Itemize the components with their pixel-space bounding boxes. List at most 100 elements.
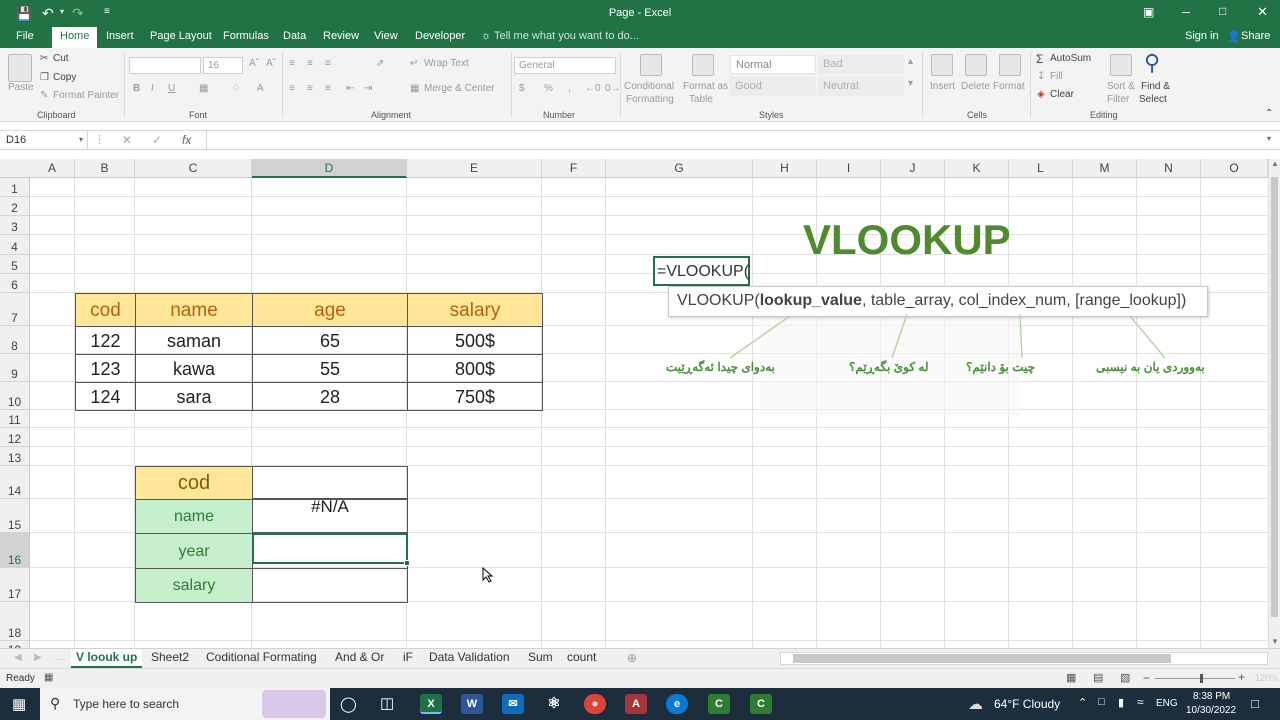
table-cell[interactable]: 800$ — [407, 354, 543, 383]
tab-review[interactable]: Review — [323, 30, 359, 42]
camtasia-taskbar-icon[interactable]: C — [708, 694, 730, 714]
copy-button[interactable]: Copy — [53, 72, 76, 83]
defender-icon[interactable]: □ — [1098, 696, 1105, 708]
clock-time[interactable]: 8:38 PM — [1193, 691, 1230, 702]
row-header-16[interactable]: 16 — [0, 533, 30, 568]
horizontal-scrollbar[interactable] — [780, 652, 1268, 665]
maximize-icon[interactable]: □ — [1219, 4, 1226, 18]
column-header-j[interactable]: J — [881, 159, 945, 178]
sort-filter-icon[interactable] — [1110, 54, 1132, 76]
column-header-g[interactable]: G — [606, 159, 753, 178]
table-cell[interactable]: 122 — [75, 326, 136, 355]
column-header-i[interactable]: I — [817, 159, 881, 178]
sheet-tab-data-validation[interactable]: Data Validation — [424, 649, 515, 668]
vertical-scrollbar[interactable]: ▲ ▼ — [1268, 159, 1280, 649]
lookup-value-cell[interactable]: #N/A — [252, 498, 408, 533]
cortana-icon[interactable]: ◯ — [340, 695, 357, 713]
mail-taskbar-icon[interactable]: ✉ — [502, 694, 524, 714]
column-header-d[interactable]: D — [252, 159, 407, 178]
conditional-formatting-button[interactable]: Conditional — [624, 81, 674, 92]
row-header-12[interactable]: 12 — [0, 428, 30, 447]
scroll-up-icon[interactable]: ▲ — [1271, 159, 1279, 168]
merge-center-button[interactable]: Merge & Center — [424, 83, 495, 94]
column-header-c[interactable]: C — [135, 159, 252, 178]
table-cell[interactable]: 28 — [252, 382, 408, 411]
zoom-out-icon[interactable]: − — [1143, 671, 1150, 685]
excel-taskbar-icon[interactable]: X — [420, 694, 442, 714]
wrap-text-button[interactable]: Wrap Text — [424, 58, 469, 69]
format-painter-button[interactable]: Format Painter — [53, 90, 119, 101]
column-header-m[interactable]: M — [1073, 159, 1137, 178]
conditional-formatting-icon[interactable] — [640, 54, 662, 76]
sheet-menu-icon[interactable]: … — [56, 652, 66, 663]
lookup-label-salary[interactable]: salary — [135, 568, 253, 603]
tab-data[interactable]: Data — [283, 30, 306, 42]
zoom-slider-handle[interactable] — [1200, 674, 1203, 683]
row-header-18[interactable]: 18 — [0, 602, 30, 641]
font-color-icon[interactable]: A — [257, 83, 264, 94]
table-cell[interactable]: 65 — [252, 326, 408, 355]
currency-icon[interactable]: $ — [519, 83, 525, 94]
format-as-table-button[interactable]: Format as — [683, 81, 728, 92]
vertical-scroll-thumb[interactable] — [1271, 177, 1278, 617]
expand-formula-bar-icon[interactable]: ▾ — [1267, 134, 1271, 143]
column-header-n[interactable]: N — [1137, 159, 1201, 178]
table-header-cell[interactable]: age — [252, 293, 408, 327]
sheet-tab-count[interactable]: count — [562, 649, 601, 668]
column-header-l[interactable]: L — [1009, 159, 1073, 178]
row-header-1[interactable]: 1 — [0, 178, 30, 197]
chrome-taskbar-icon[interactable]: ● — [584, 694, 606, 714]
percent-icon[interactable]: % — [544, 83, 553, 94]
wifi-icon[interactable]: ≈ — [1137, 695, 1144, 709]
grow-font-icon[interactable]: Aˆ — [249, 58, 259, 69]
style-good[interactable]: Good — [730, 77, 816, 96]
underline-icon[interactable]: U — [168, 83, 175, 94]
borders-icon[interactable]: ▦ — [199, 83, 208, 94]
autosum-icon[interactable]: Σ — [1036, 52, 1043, 66]
scroll-down-icon[interactable]: ▼ — [1271, 637, 1279, 646]
windows-start-icon[interactable]: ▦ — [12, 695, 26, 713]
table-cell[interactable]: 123 — [75, 354, 136, 383]
column-header-o[interactable]: O — [1201, 159, 1268, 178]
row-header-9[interactable]: 9 — [0, 354, 30, 382]
comma-icon[interactable]: , — [568, 83, 571, 94]
insert-cells-icon[interactable] — [931, 54, 953, 76]
add-sheet-icon[interactable]: ⊕ — [627, 651, 637, 665]
paste-icon[interactable] — [8, 54, 32, 82]
tab-page-layout[interactable]: Page Layout — [150, 30, 212, 42]
format-as-table-icon[interactable] — [692, 54, 714, 76]
word-taskbar-icon[interactable]: W — [461, 694, 483, 714]
sort-filter-button[interactable]: Sort & — [1107, 81, 1135, 92]
show-hidden-icons[interactable]: ⌃ — [1078, 696, 1087, 709]
format-cells-icon[interactable] — [999, 54, 1021, 76]
table-header-cell[interactable]: cod — [75, 293, 136, 327]
column-header-h[interactable]: H — [753, 159, 817, 178]
orientation-icon[interactable]: ⇗ — [376, 58, 384, 69]
formula-input[interactable] — [206, 131, 1266, 149]
close-icon[interactable]: ✕ — [1257, 4, 1268, 20]
table-cell[interactable]: 750$ — [407, 382, 543, 411]
sheet-tab-sum[interactable]: Sum — [523, 649, 558, 668]
styles-scroll-up-icon[interactable]: ▴ — [908, 56, 913, 67]
table-cell[interactable]: 124 — [75, 382, 136, 411]
wrap-text-icon[interactable]: ↵ — [410, 58, 418, 69]
paste-button[interactable]: Paste — [8, 82, 34, 93]
network-app-taskbar-icon[interactable]: ⚛ — [543, 694, 565, 714]
table-cell[interactable]: kawa — [135, 354, 253, 383]
normal-view-icon[interactable]: ▦ — [1066, 671, 1076, 684]
tab-file[interactable]: File — [16, 30, 34, 42]
merge-center-icon[interactable]: ▦ — [410, 83, 419, 94]
copy-icon[interactable]: ❐ — [40, 72, 49, 83]
font-name-box[interactable] — [129, 57, 201, 74]
sheet-tab-v-loouk-up[interactable]: V loouk up — [71, 649, 143, 668]
minimize-icon[interactable]: – — [1182, 3, 1190, 19]
row-header-6[interactable]: 6 — [0, 274, 30, 293]
increase-indent-icon[interactable]: ⇥ — [364, 83, 372, 94]
name-box[interactable]: D16 — [0, 131, 88, 149]
styles-more-icon[interactable]: ▾ — [908, 78, 913, 89]
clear-icon[interactable]: ◈ — [1037, 89, 1045, 100]
row-header-14[interactable]: 14 — [0, 466, 30, 499]
horizontal-scroll-thumb[interactable] — [793, 654, 1171, 663]
language-indicator[interactable]: ENG — [1156, 698, 1178, 709]
notifications-icon[interactable]: □ — [1251, 696, 1259, 711]
